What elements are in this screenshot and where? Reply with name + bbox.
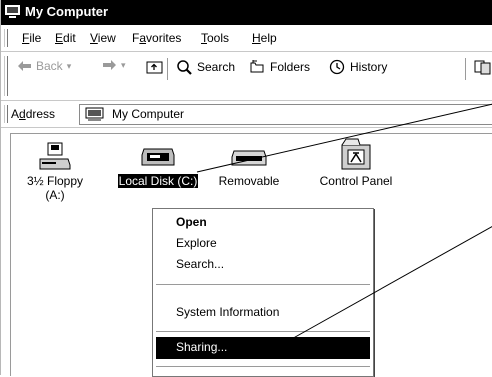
forward-button[interactable]: ▾ (102, 59, 126, 71)
menu-item-sharing[interactable]: Sharing... (176, 340, 227, 354)
drive-removable-label: Removable (218, 174, 280, 188)
move-to-button[interactable] (474, 59, 492, 75)
menu-view-label: iew (97, 31, 116, 45)
forward-arrow-icon (103, 60, 116, 70)
menu-view-mnemonic: V (90, 31, 98, 45)
search-icon (177, 60, 192, 75)
menu-help[interactable]: Help (252, 31, 277, 45)
address-input[interactable]: My Computer (79, 104, 492, 125)
menu-item-explore[interactable]: Explore (176, 236, 217, 250)
menu-separator (156, 331, 370, 333)
menu-tools[interactable]: Tools (201, 31, 229, 45)
address-label-prefix: A (11, 107, 20, 121)
control-panel-label: Control Panel (319, 174, 393, 188)
menu-tools-label: ools (207, 31, 230, 45)
menu-separator (156, 284, 370, 286)
menu-edit[interactable]: Edit (55, 31, 76, 45)
menu-favorites-label: vorites (146, 31, 182, 45)
drive-local-disk-label: Local Disk (C:) (117, 174, 199, 188)
menu-item-open[interactable]: Open (176, 215, 207, 229)
toolbar-grip[interactable] (4, 56, 8, 96)
address-bar: Address My Computer (1, 101, 492, 128)
window-title: My Computer (25, 4, 109, 19)
back-button[interactable]: Back ▾ (17, 59, 71, 73)
back-button-label: Back (36, 59, 63, 73)
menu-help-label: elp (260, 31, 277, 45)
menu-edit-mnemonic: E (55, 31, 64, 45)
menu-file-label: ile (29, 31, 42, 45)
folder-control-panel[interactable]: Control Panel (306, 135, 406, 188)
drive-floppy-label: 3½ Floppy (26, 174, 84, 188)
drive-floppy-letter: (A:) (45, 188, 65, 202)
menu-view[interactable]: View (90, 31, 116, 45)
search-button-label: Search (197, 60, 236, 74)
search-button[interactable]: Search (176, 59, 235, 75)
history-button[interactable]: History (328, 59, 387, 75)
removable-drive-icon (231, 150, 267, 166)
history-icon (329, 59, 345, 75)
folders-button-label: Folders (270, 59, 311, 74)
address-label: Address (11, 107, 55, 121)
title-bar[interactable]: My Computer (1, 0, 492, 25)
drive-local-disk-c[interactable]: Local Disk (C:) (109, 141, 207, 188)
address-label-mnemonic: d (19, 107, 26, 121)
menu-item-system-information[interactable]: System Information (176, 305, 279, 319)
drive-removable[interactable]: Removable (209, 141, 289, 188)
up-folder-icon (146, 61, 163, 74)
menu-favorites[interactable]: Favorites (132, 31, 181, 45)
my-computer-icon (5, 5, 20, 18)
control-panel-icon (341, 138, 371, 170)
up-folder-button[interactable] (146, 59, 163, 74)
folders-button[interactable]: Folders (249, 59, 310, 74)
drive-floppy-a[interactable]: 3½ Floppy (A:) (17, 141, 93, 202)
menu-item-search[interactable]: Search... (176, 257, 224, 271)
menu-file[interactable]: File (22, 31, 41, 45)
toolbar-separator (167, 58, 169, 80)
address-label-text: dress (25, 107, 56, 121)
menu-bar-grip[interactable] (4, 29, 8, 47)
menu-bar: File Edit View Favorites Tools Help (1, 25, 492, 52)
forward-dropdown-icon[interactable]: ▾ (121, 60, 126, 71)
standard-toolbar: Back ▾ ▾ Search Folders History (1, 52, 492, 101)
explorer-window: My Computer File Edit View Favorites Too… (0, 0, 492, 377)
floppy-drive-icon (39, 142, 71, 170)
toolbar-separator (465, 58, 467, 80)
hard-disk-icon (141, 148, 175, 166)
menu-separator (156, 366, 370, 368)
back-dropdown-icon[interactable]: ▾ (67, 61, 72, 72)
menu-help-mnemonic: H (252, 31, 261, 45)
address-value: My Computer (112, 107, 185, 121)
history-button-label: History (350, 60, 388, 74)
folders-icon (250, 60, 264, 73)
back-arrow-icon (18, 61, 31, 71)
address-bar-grip[interactable] (4, 105, 8, 123)
context-menu: Open Explore Search... System Informatio… (152, 208, 374, 377)
my-computer-icon (85, 107, 104, 121)
menu-edit-label: dit (63, 31, 76, 45)
move-to-icon (474, 60, 491, 75)
